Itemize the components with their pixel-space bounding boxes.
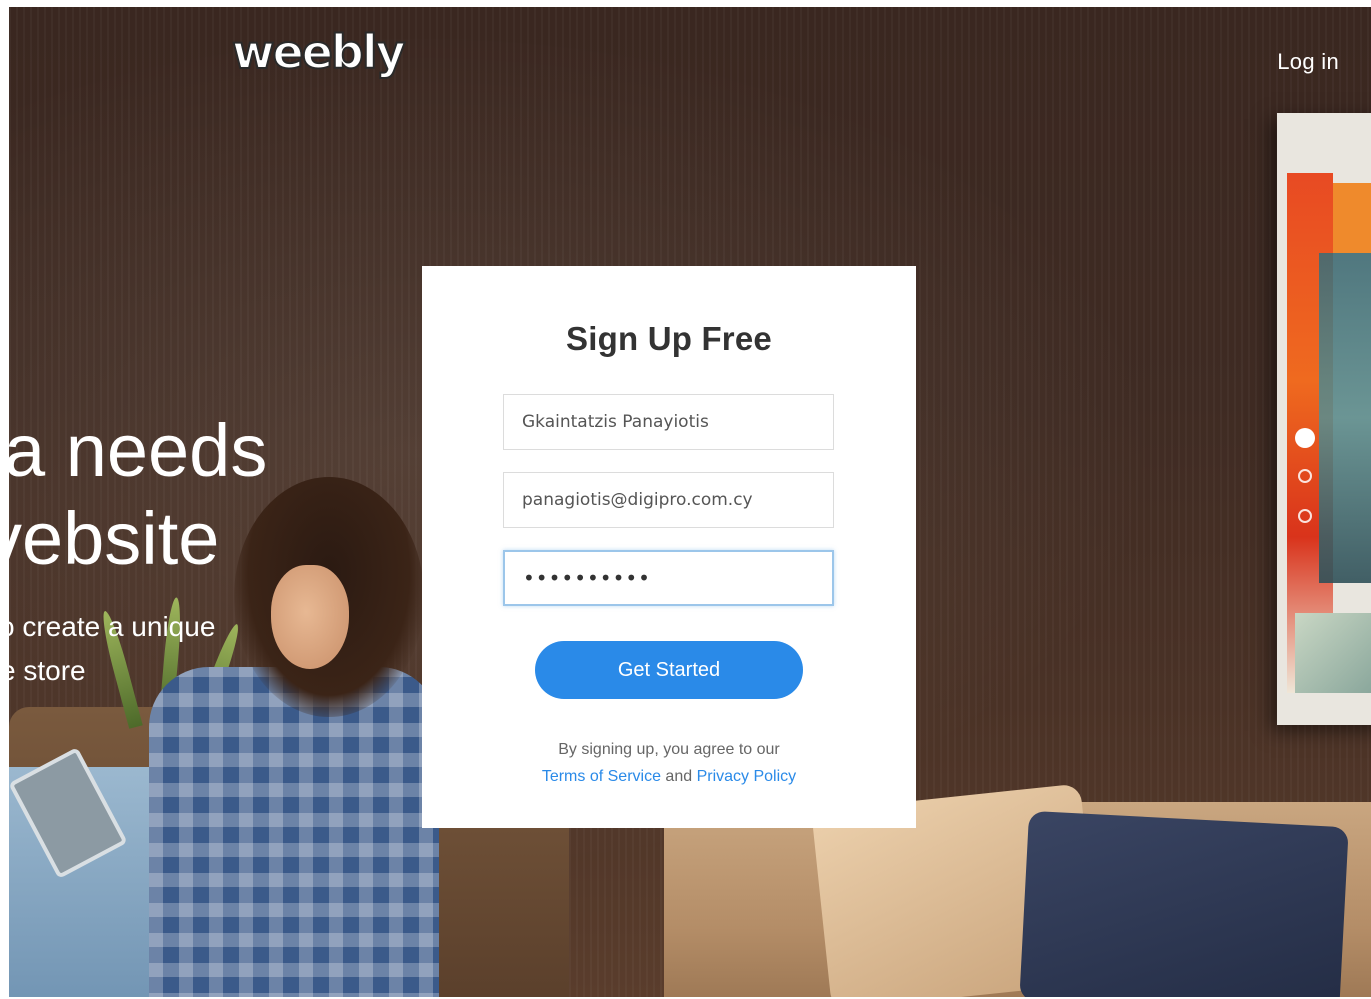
login-link[interactable]: Log in	[1277, 49, 1339, 75]
carousel-dot-1[interactable]	[1295, 428, 1315, 448]
terms-link[interactable]: Terms of Service	[542, 768, 661, 785]
get-started-button[interactable]: Get Started	[535, 641, 803, 699]
signup-card: Sign Up Free Get Started By signing up, …	[422, 266, 916, 828]
weebly-logo[interactable]: weebly	[231, 28, 407, 76]
carousel-dot-3[interactable]	[1298, 509, 1312, 523]
privacy-link[interactable]: Privacy Policy	[697, 768, 797, 785]
password-field[interactable]	[503, 550, 834, 606]
person-face	[271, 565, 349, 669]
carousel-dots	[1295, 428, 1315, 549]
hero-subtitle-line2: e store	[9, 655, 86, 686]
signup-title: Sign Up Free	[566, 320, 772, 357]
name-field[interactable]	[503, 394, 834, 450]
hero-headline-line1: a needs	[9, 409, 268, 492]
wall-painting	[1277, 113, 1371, 725]
email-field[interactable]	[503, 472, 834, 528]
legal-prefix: By signing up, you agree to our	[558, 741, 780, 758]
legal-and: and	[665, 768, 693, 785]
hero-background: a needs vebsite o create a unique e stor…	[9, 7, 1371, 997]
legal-notice: By signing up, you agree to our Terms of…	[422, 736, 916, 790]
hero-headline-line2: vebsite	[9, 497, 220, 580]
hero-subtitle-line1: o create a unique	[9, 611, 216, 642]
carousel-dot-2[interactable]	[1298, 469, 1312, 483]
navy-pillow	[1019, 810, 1349, 997]
person-shirt	[149, 667, 439, 997]
